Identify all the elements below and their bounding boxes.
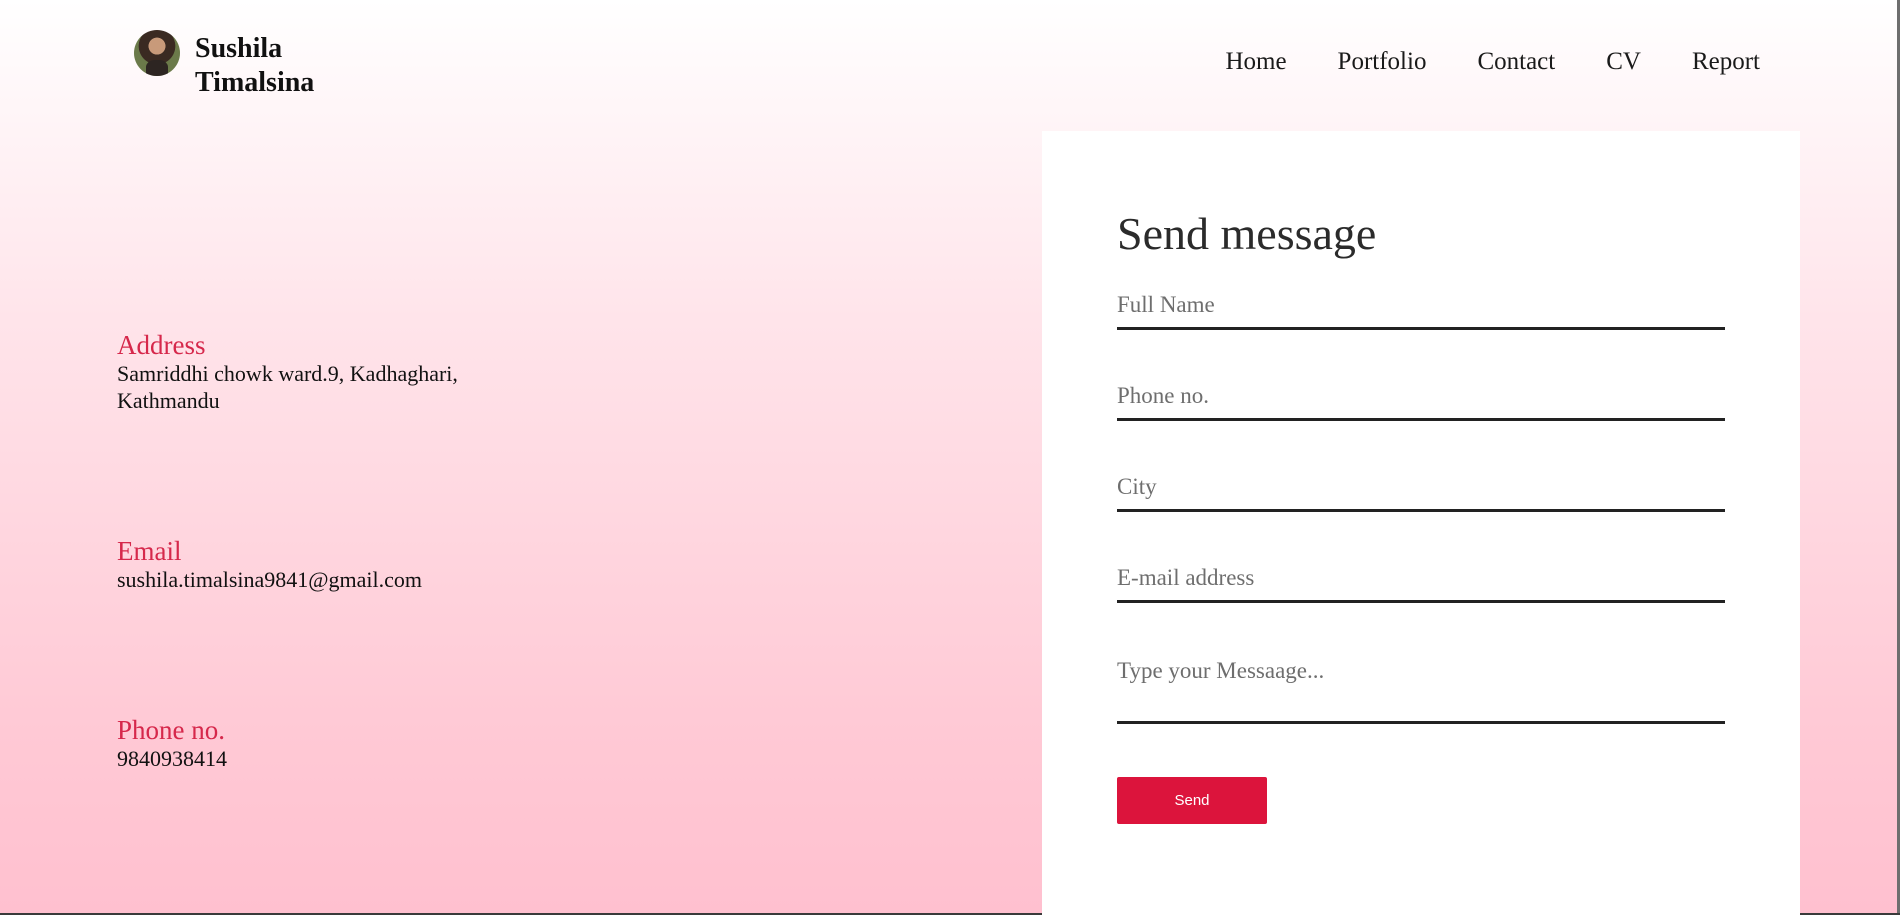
brand-name: Sushila Timalsina (195, 33, 315, 98)
avatar (134, 30, 180, 76)
send-button[interactable]: Send (1117, 777, 1267, 824)
email-value: sushila.timalsina9841@gmail.com (117, 567, 423, 592)
phone-label: Phone no. (117, 715, 225, 745)
nav-portfolio[interactable]: Portfolio (1338, 48, 1427, 76)
email-block: Email sushila.timalsina9841@gmail.com (117, 536, 537, 593)
nav-contact[interactable]: Contact (1477, 48, 1555, 76)
nav-report[interactable]: Report (1692, 48, 1760, 76)
phone-value: 9840938414 (117, 746, 227, 771)
address-label: Address (117, 330, 206, 360)
city-field[interactable] (1117, 472, 1725, 512)
main-nav: Home Portfolio Contact CV Report (1225, 48, 1760, 76)
phone-block: Phone no. 9840938414 (117, 715, 537, 772)
email-field[interactable] (1117, 563, 1725, 603)
nav-cv[interactable]: CV (1606, 48, 1641, 76)
address-block: Address Samriddhi chowk ward.9, Kadhagha… (117, 330, 537, 414)
full-name-field[interactable] (1117, 290, 1725, 330)
nav-home[interactable]: Home (1225, 48, 1286, 76)
email-label: Email (117, 536, 182, 566)
brand[interactable]: Sushila Timalsina (134, 30, 345, 100)
phone-field[interactable] (1117, 381, 1725, 421)
send-message-form: Send message Send (1042, 131, 1800, 915)
form-title: Send message (1117, 208, 1377, 259)
address-value: Samriddhi chowk ward.9, Kadhaghari, Kath… (117, 361, 458, 413)
message-field[interactable] (1117, 652, 1725, 724)
